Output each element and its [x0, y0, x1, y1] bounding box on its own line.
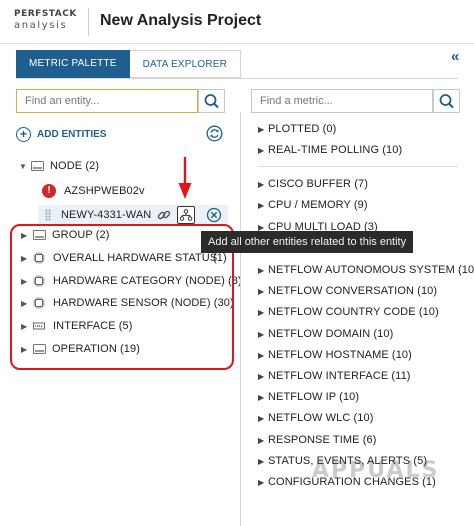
metric-item-netflow-domain[interactable]: ▶ NETFLOW DOMAIN (10) — [258, 325, 393, 343]
add-entities-label: ADD ENTITIES — [37, 128, 107, 140]
collapsed-triangle-icon: ▶ — [258, 286, 265, 296]
metric-item-netflow-wlc[interactable]: ▶ NETFLOW WLC (10) — [258, 409, 374, 427]
refresh-icon[interactable] — [206, 125, 223, 142]
collapsed-triangle-icon: ▶ — [258, 329, 265, 339]
metric-item-netflow-ip[interactable]: ▶ NETFLOW IP (10) — [258, 388, 359, 406]
collapsed-triangle-icon: ▶ — [258, 179, 265, 189]
collapsed-triangle-icon: ▶ — [258, 350, 265, 360]
drag-handle-icon[interactable] — [45, 209, 51, 221]
metric-search — [251, 89, 433, 113]
perfstack-logo[interactable]: PERFSTACK analysis — [14, 9, 76, 32]
entity-selected-label: NEWY-4331-WAN — [61, 209, 152, 221]
metric-separator — [258, 166, 458, 167]
metric-label: NETFLOW COUNTRY CODE (10) — [268, 306, 439, 318]
collapsed-triangle-icon: ▶ — [258, 477, 265, 487]
metric-search-input[interactable] — [252, 90, 432, 112]
tree-row-node[interactable]: ▼ NODE (2) — [19, 157, 99, 175]
header-divider — [88, 8, 89, 36]
logo-bottom-text: analysis — [14, 20, 68, 31]
metric-item-cpu-memory[interactable]: ▶ CPU / MEMORY (9) — [258, 196, 368, 214]
metric-item-netflow-hostname[interactable]: ▶ NETFLOW HOSTNAME (10) — [258, 346, 412, 364]
collapsed-triangle-icon: ▶ — [258, 124, 265, 134]
collapsed-triangle-icon: ▶ — [258, 413, 265, 423]
metric-label: NETFLOW HOSTNAME (10) — [268, 349, 412, 361]
metric-label: NETFLOW IP (10) — [268, 391, 360, 403]
search-icon — [204, 94, 219, 109]
metric-search-button[interactable] — [433, 89, 460, 113]
entity-search-input[interactable] — [17, 90, 197, 112]
metric-label: RESPONSE TIME (6) — [268, 434, 377, 446]
tree-row-entity-selected[interactable]: NEWY-4331-WAN — [45, 206, 151, 224]
critical-status-icon: ! — [42, 184, 56, 198]
logo-top-text: PERFSTACK — [14, 9, 77, 19]
collapse-panel-icon[interactable]: « — [451, 48, 459, 65]
metric-item-netflow-interface[interactable]: ▶ NETFLOW INTERFACE (11) — [258, 367, 411, 385]
metric-label: NETFLOW WLC (10) — [268, 412, 374, 424]
app-header: PERFSTACK analysis New Analysis Project — [0, 0, 474, 44]
metric-label: NETFLOW DOMAIN (10) — [268, 328, 394, 340]
collapsed-triangle-icon: ▶ — [258, 392, 265, 402]
link-icon[interactable] — [155, 206, 173, 224]
metric-label: NETFLOW INTERFACE (11) — [268, 370, 411, 382]
metric-label: NETFLOW CONVERSATION (10) — [268, 285, 438, 297]
metric-item-cisco-buffer[interactable]: ▶ CISCO BUFFER (7) — [258, 175, 368, 193]
metric-item-response-time[interactable]: ▶ RESPONSE TIME (6) — [258, 431, 376, 449]
related-entities-icon[interactable] — [177, 206, 195, 224]
metric-item-netflow-country-code[interactable]: ▶ NETFLOW COUNTRY CODE (10) — [258, 303, 439, 321]
metric-item-netflow-autonomous-system[interactable]: ▶ NETFLOW AUTONOMOUS SYSTEM (10) — [258, 261, 474, 279]
panel-divider — [240, 112, 241, 526]
metric-item-plotted[interactable]: ▶ PLOTTED (0) — [258, 120, 336, 138]
expanded-triangle-icon: ▼ — [19, 161, 27, 171]
add-entities-button[interactable]: + ADD ENTITIES — [16, 125, 106, 143]
tab-underline — [16, 78, 458, 79]
page-title: New Analysis Project — [100, 12, 262, 29]
tab-metric-palette[interactable]: METRIC PALETTE — [16, 50, 130, 78]
collapsed-triangle-icon: ▶ — [258, 435, 265, 445]
related-entities-tooltip: Add all other entities related to this e… — [201, 231, 414, 253]
tab-data-explorer[interactable]: DATA EXPLORER — [129, 50, 242, 78]
watermark: APPUALS — [312, 458, 440, 483]
metric-label: CPU / MEMORY (9) — [268, 199, 368, 211]
annotation-arrow-icon — [178, 157, 192, 199]
entity-search — [16, 89, 198, 113]
collapsed-triangle-icon: ▶ — [258, 307, 265, 317]
plus-circle-icon: + — [16, 126, 31, 142]
collapsed-triangle-icon: ▶ — [258, 371, 265, 381]
node-group-label: NODE (2) — [50, 160, 100, 172]
node-icon — [31, 161, 44, 171]
metric-label: NETFLOW AUTONOMOUS SYSTEM (10) — [268, 264, 474, 276]
metric-label: PLOTTED (0) — [268, 123, 337, 135]
collapsed-triangle-icon: ▶ — [258, 265, 265, 275]
collapsed-triangle-icon: ▶ — [258, 456, 265, 466]
metric-label: REAL-TIME POLLING (10) — [268, 144, 403, 156]
entity-alert-label: AZSHPWEB02v — [64, 185, 145, 197]
entity-search-button[interactable] — [198, 89, 225, 113]
metric-item-netflow-conversation[interactable]: ▶ NETFLOW CONVERSATION (10) — [258, 282, 437, 300]
palette-tabs: METRIC PALETTE DATA EXPLORER — [16, 50, 242, 78]
collapsed-triangle-icon: ▶ — [258, 145, 265, 155]
metric-item-real-time-polling[interactable]: ▶ REAL-TIME POLLING (10) — [258, 141, 402, 159]
tree-row-entity-alert[interactable]: ! AZSHPWEB02v — [42, 182, 145, 200]
remove-entity-icon[interactable] — [205, 206, 223, 224]
search-icon — [439, 94, 454, 109]
metric-label: CISCO BUFFER (7) — [268, 178, 368, 190]
collapsed-triangle-icon: ▶ — [258, 200, 265, 210]
